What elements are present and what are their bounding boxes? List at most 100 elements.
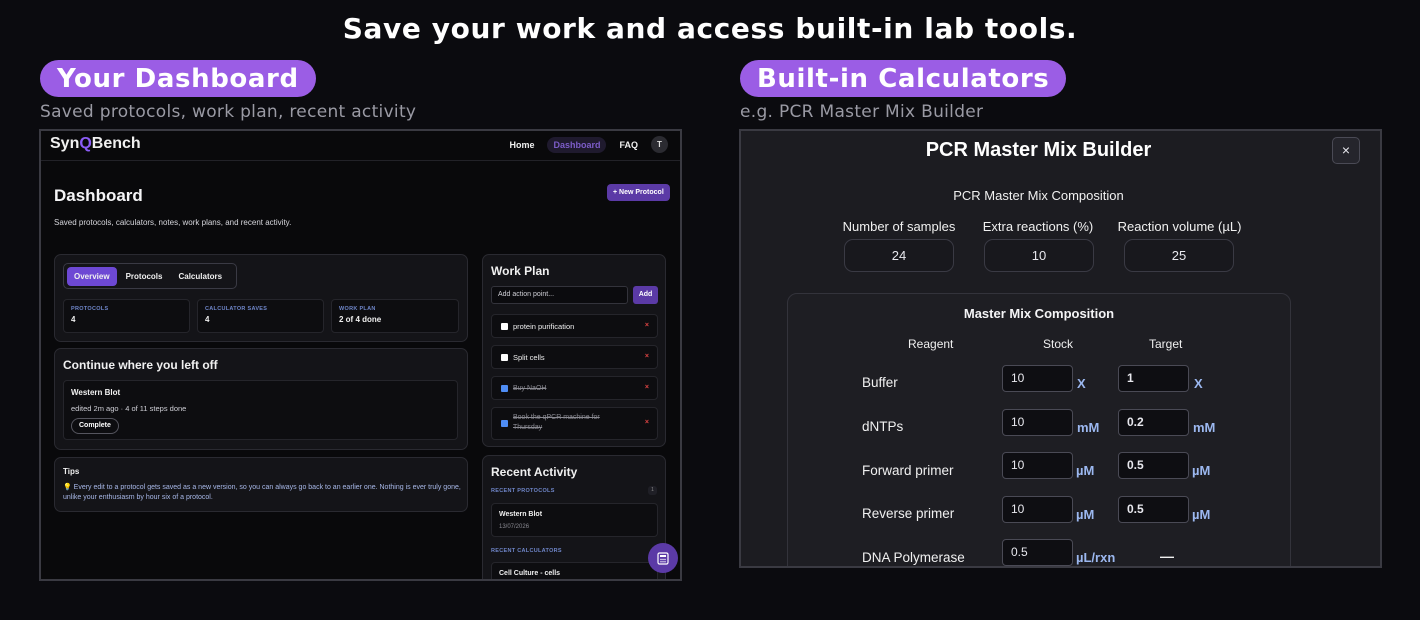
continue-item-meta: edited 2m ago · 4 of 11 steps done [71, 404, 187, 413]
modal-title: PCR Master Mix Builder [925, 139, 1152, 161]
dashboard-tabs: Overview Protocols Calculators [63, 263, 237, 289]
recent-calculator-title: Cell Culture - cells [499, 570, 561, 577]
user-avatar[interactable]: T [651, 136, 668, 153]
tips-title: Tips [63, 467, 80, 476]
tab-protocols[interactable]: Protocols [119, 267, 170, 286]
stock-input[interactable]: 0.5 [1002, 539, 1073, 566]
top-navbar: SynQBench Home Dashboard FAQ T [41, 131, 680, 161]
target-input[interactable]: 0.2 [1118, 409, 1189, 436]
work-plan-item-text: protein purification [513, 322, 575, 331]
nav-links: Home Dashboard FAQ T [503, 136, 668, 153]
tab-overview[interactable]: Overview [67, 266, 117, 286]
tips-text: 💡 Every edit to a protocol gets saved as… [63, 484, 461, 501]
action-point-input[interactable]: Add action point... [491, 286, 628, 304]
remove-icon[interactable]: × [645, 384, 649, 391]
stat-value: 4 [205, 315, 210, 324]
page-subtitle: Saved protocols, calculators, notes, wor… [54, 218, 292, 227]
stock-header: Stock [1043, 337, 1074, 351]
stat-work-plan: WORK PLAN 2 of 4 done [331, 299, 459, 333]
work-plan-item: Buy NaOH × [491, 376, 658, 400]
reaction-volume-label: Reaction volume (µL) [1117, 219, 1242, 234]
samples-label: Number of samples [842, 219, 956, 234]
recent-protocol-date: 13/07/2026 [499, 524, 530, 530]
add-action-button[interactable]: Add [633, 286, 658, 304]
stock-unit: µM [1076, 463, 1095, 478]
nav-home[interactable]: Home [503, 137, 540, 153]
work-plan-item-text: Book the qPCR machine for Thursday [513, 414, 600, 431]
target-unit: µM [1192, 463, 1211, 478]
brand-text-q: Q [79, 135, 92, 152]
calculator-fab-button[interactable] [648, 543, 678, 573]
calculator-screenshot: PCR Master Mix Builder × PCR Master Mix … [739, 129, 1382, 568]
extra-reactions-input[interactable]: 10 [984, 239, 1094, 272]
reaction-volume-input[interactable]: 25 [1124, 239, 1234, 272]
continue-item-title: Western Blot [71, 388, 121, 397]
stock-input[interactable]: 10 [1002, 365, 1073, 392]
recent-activity-card: Recent Activity RECENT PROTOCOLS 1 Weste… [482, 455, 666, 579]
work-plan-item-text: Buy NaOH [513, 385, 547, 392]
master-mix-title: Master Mix Composition [963, 306, 1115, 321]
target-unit: X [1194, 376, 1203, 391]
stock-input[interactable]: 10 [1002, 496, 1073, 523]
dashboard-caption: Saved protocols, work plan, recent activ… [40, 102, 417, 122]
dashboard-screenshot: SynQBench Home Dashboard FAQ T Dashboard… [39, 129, 682, 581]
brand-logo[interactable]: SynQBench [50, 135, 141, 153]
checkbox-checked[interactable] [501, 385, 508, 392]
work-plan-item: Split cells × [491, 345, 658, 369]
calculators-caption: e.g. PCR Master Mix Builder [740, 102, 984, 122]
brand-text-suffix: Bench [91, 135, 141, 152]
work-plan-title: Work Plan [491, 264, 550, 278]
page-headline: Save your work and access built-in lab t… [342, 12, 1078, 45]
remove-icon[interactable]: × [645, 322, 649, 329]
recent-protocol-title: Western Blot [499, 511, 543, 518]
stat-label: PROTOCOLS [71, 306, 109, 312]
complete-button[interactable]: Complete [71, 418, 119, 434]
new-protocol-button[interactable]: + New Protocol [607, 184, 670, 201]
recent-calculator-item[interactable]: Cell Culture - cells [491, 562, 658, 579]
stat-value: 4 [71, 315, 76, 324]
tab-calculators[interactable]: Calculators [171, 267, 229, 286]
brand-text-prefix: Syn [50, 135, 80, 152]
stock-unit: X [1077, 376, 1086, 391]
master-mix-card: Master Mix Composition Reagent Stock Tar… [787, 293, 1291, 566]
stat-protocols: PROTOCOLS 4 [63, 299, 190, 333]
continue-item[interactable]: Western Blot edited 2m ago · 4 of 11 ste… [63, 380, 458, 440]
recent-activity-title: Recent Activity [491, 465, 578, 479]
stock-input[interactable]: 10 [1002, 409, 1073, 436]
remove-icon[interactable]: × [645, 419, 649, 426]
work-plan-card: Work Plan Add action point... Add protei… [482, 254, 666, 447]
nav-faq[interactable]: FAQ [613, 137, 644, 153]
target-input[interactable]: 0.5 [1118, 452, 1189, 479]
reagent-name: Forward primer [862, 463, 954, 478]
target-input[interactable]: 1 [1118, 365, 1189, 392]
target-header: Target [1149, 337, 1183, 351]
checkbox[interactable] [501, 323, 508, 330]
recent-protocol-item[interactable]: Western Blot 13/07/2026 [491, 503, 658, 537]
reagent-name: Buffer [862, 375, 898, 390]
checkbox[interactable] [501, 354, 508, 361]
stat-calculator-saves: CALCULATOR SAVES 4 [197, 299, 324, 333]
nav-dashboard[interactable]: Dashboard [547, 136, 607, 153]
target-input[interactable]: 0.5 [1118, 496, 1189, 523]
reagent-header: Reagent [908, 337, 954, 351]
remove-icon[interactable]: × [645, 353, 649, 360]
reagent-name: DNA Polymerase [862, 550, 965, 565]
calculator-icon [657, 551, 669, 565]
checkbox-checked[interactable] [501, 420, 508, 427]
extra-reactions-label: Extra reactions (%) [982, 219, 1094, 234]
stock-unit: mM [1077, 420, 1100, 435]
continue-title: Continue where you left off [63, 358, 218, 372]
composition-section-title: PCR Master Mix Composition [953, 188, 1124, 203]
recent-protocols-label: RECENT PROTOCOLS [491, 488, 555, 494]
close-button[interactable]: × [1332, 137, 1360, 164]
page-title: Dashboard [54, 186, 143, 205]
work-plan-item: Book the qPCR machine for Thursday × [491, 407, 658, 440]
target-empty: — [1160, 548, 1174, 564]
samples-input[interactable]: 24 [844, 239, 954, 272]
stat-label: WORK PLAN [339, 306, 376, 312]
reagent-name: dNTPs [862, 419, 904, 434]
target-unit: µM [1192, 507, 1211, 522]
stock-input[interactable]: 10 [1002, 452, 1073, 479]
recent-calculators-label: RECENT CALCULATORS [491, 548, 562, 554]
dashboard-pill: Your Dashboard [40, 60, 316, 97]
